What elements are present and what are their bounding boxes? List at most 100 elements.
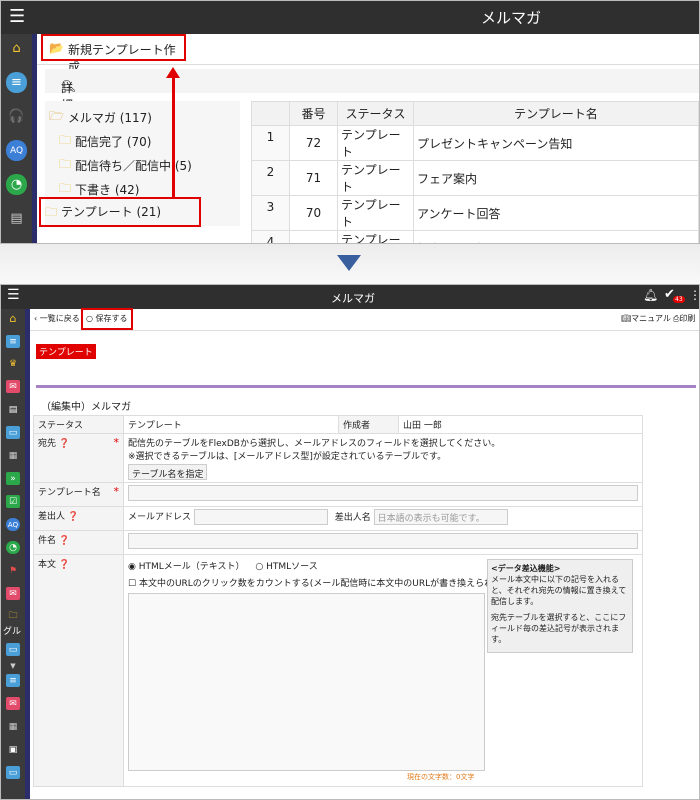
click-count-label: 本文中のURLのクリック数をカウントする(メール配信時に本文中のURLが書き換え… — [138, 579, 515, 589]
required-icon: * — [113, 485, 120, 498]
new-template-button[interactable]: 📂 新規テンプレート作成 — [41, 34, 186, 74]
cell-status: テンプレート — [337, 125, 414, 161]
toolbar-divider — [37, 64, 699, 65]
chevron-down-icon[interactable]: ▼ — [6, 659, 20, 672]
html-text-option-label: HTMLメール（テキスト） — [138, 562, 245, 572]
bell-icon[interactable]: 🔔︎ — [643, 288, 658, 302]
edit-heading: （編集中）メルマガ — [41, 402, 131, 413]
tree-item-mailmag[interactable]: 🗁 メルマガ (117) — [49, 107, 152, 128]
tree-item-label: メルマガ (117) — [67, 111, 152, 125]
home-icon[interactable]: ⌂ — [6, 38, 27, 59]
chat-icon[interactable]: ▭ — [6, 766, 20, 779]
help-icon[interactable]: ❓ — [59, 560, 70, 570]
help-icon[interactable]: ❓ — [59, 439, 70, 449]
cell-status: テンプレート — [337, 230, 414, 243]
row-index: 2 — [251, 160, 290, 196]
checklist-icon[interactable]: ☑ — [6, 495, 20, 508]
cell-number: 69 — [289, 230, 338, 243]
cell-name: プレゼントキャンペーン告知 — [413, 125, 699, 161]
row-index: 1 — [251, 125, 290, 161]
home-icon[interactable]: ⌂ — [6, 312, 20, 325]
column-header[interactable]: 番号 — [289, 101, 338, 126]
template-name-input[interactable] — [128, 485, 638, 501]
column-header[interactable]: テンプレート名 — [413, 101, 699, 126]
hamburger-menu-icon[interactable]: ☰ — [9, 7, 25, 27]
status-value: テンプレート — [123, 415, 339, 434]
body-textarea[interactable] — [128, 593, 485, 771]
list-icon[interactable]: ▦ — [6, 449, 20, 462]
database-icon[interactable]: ≡ — [6, 72, 27, 93]
qa-icon[interactable]: AQ — [6, 140, 27, 161]
back-to-list-button[interactable]: ‹ 一覧に戻る — [34, 313, 80, 324]
subject-input[interactable] — [128, 533, 638, 549]
forward-icon[interactable]: » — [6, 472, 20, 485]
cell-status: テンプレート — [337, 160, 414, 196]
left-sidebar: ⌂ ≡ ♛ ✉ ▤ ▭ ▦ » ☑ AQ ◔ ⚑ ✉ 🗀 グル ▭ ▼ ≡ ✉ … — [1, 309, 27, 799]
gift-icon[interactable]: ♛ — [6, 357, 20, 370]
chat-icon[interactable]: ▭ — [6, 643, 20, 656]
body-label-text: 本文 — [38, 560, 57, 570]
document-icon[interactable]: ▤ — [6, 403, 20, 416]
mail-chart-icon[interactable]: ✉ — [6, 380, 20, 393]
cell-number: 72 — [289, 125, 338, 161]
tree-item-sent[interactable]: 🗀 配信完了 (70) — [59, 131, 151, 152]
manual-button[interactable]: 📖︎マニュアル — [621, 313, 671, 324]
pin-icon[interactable]: ⚑ — [6, 564, 20, 577]
merge-info-box: <データ差込機能> メール本文中に以下の記号を入れると、それぞれ宛先の情報に置き… — [487, 559, 633, 653]
tree-item-label: 下書き (42) — [75, 183, 140, 197]
chart-icon[interactable]: ◔ — [6, 541, 20, 554]
app-title: メルマガ — [331, 292, 375, 305]
sender-name-label: 差出人名 — [334, 512, 371, 523]
merge-text-2: 宛先テーブルを選択すると、ここにフィールド毎の差込記号が表示されます。 — [491, 613, 627, 644]
radio-html-source[interactable]: ○ HTMLソース — [255, 562, 317, 572]
subject-label-text: 件名 — [38, 536, 57, 546]
print-button[interactable]: ⎙印刷 — [673, 313, 695, 324]
headset-icon[interactable]: 🎧 — [6, 106, 27, 127]
table-row[interactable]: 1 72 テンプレート プレゼントキャンペーン告知 — [251, 125, 699, 161]
back-label: 一覧に戻る — [39, 314, 80, 323]
chart-icon[interactable]: ◔ — [6, 174, 27, 195]
save-button-highlight — [81, 308, 133, 330]
sender-cell: メールアドレス 差出人名 日本語の表示も可能です。 — [123, 506, 643, 531]
down-arrow-icon — [337, 255, 361, 271]
radio-html-text[interactable]: ◉ HTMLメール（テキスト） — [128, 562, 245, 572]
print-label: 印刷 — [679, 314, 696, 323]
row-index: 4 — [251, 230, 290, 243]
sender-name-input[interactable]: 日本語の表示も可能です。 — [373, 509, 508, 525]
document-icon[interactable]: ▤ — [6, 208, 27, 229]
help-icon[interactable]: ❓ — [68, 512, 79, 522]
table-row[interactable]: 469テンプレート新商品のお知らせ — [251, 230, 699, 243]
advanced-search[interactable]: 🔍︎詳細検索 — [45, 69, 699, 146]
more-vertical-icon[interactable]: ⋮ — [689, 288, 699, 302]
help-icon[interactable]: ❓ — [59, 536, 70, 546]
qa-icon[interactable]: AQ — [6, 518, 20, 531]
tree-item-label: 配信完了 (70) — [75, 135, 152, 149]
column-header[interactable]: ステータス — [337, 101, 414, 126]
database-icon[interactable]: ≡ — [6, 674, 20, 687]
recipient-label-text: 宛先 — [38, 439, 57, 449]
cell-name: 新商品のお知らせ — [413, 230, 699, 243]
folder-icon: 🗀 — [59, 157, 72, 171]
database-icon[interactable]: ≡ — [6, 335, 20, 348]
folder-open-icon: 📂 — [49, 41, 64, 55]
template-folder-highlight — [39, 197, 201, 227]
sender-email-input[interactable] — [193, 509, 328, 525]
top-panel: ☰ メルマガ ⌂ ≡ 🎧 AQ ◔ ▤ 📂 新規テンプレート作成 🔍︎詳細検索 … — [0, 0, 700, 244]
cell-name: アンケート回答 — [413, 195, 699, 231]
list-icon[interactable]: ▦ — [6, 720, 20, 733]
subject-label: 件名 ❓ — [33, 530, 124, 555]
mail-icon[interactable]: ✉ — [6, 587, 20, 600]
app-title: メルマガ — [481, 9, 542, 27]
table-row[interactable]: 3 70 テンプレート アンケート回答 — [251, 195, 699, 231]
hamburger-menu-icon[interactable]: ☰ — [7, 287, 20, 303]
sender-label-text: 差出人 — [38, 512, 66, 522]
select-table-button[interactable]: テーブル名を指定 — [128, 464, 208, 480]
table-row[interactable]: 2 71 テンプレート フェア案内 — [251, 160, 699, 196]
chat-icon[interactable]: ▭ — [6, 426, 20, 439]
mail-chart-icon[interactable]: ✉ — [6, 697, 20, 710]
recipient-help-2: ※選択できるテーブルは、[メールアドレス型]が設定されているテーブルです。 — [128, 452, 447, 462]
calendar-icon[interactable]: ▣ — [6, 743, 20, 756]
folder-icon[interactable]: 🗀 — [6, 609, 20, 622]
cell-status: テンプレート — [337, 195, 414, 231]
sidebar-group-label[interactable]: グル — [3, 624, 27, 637]
